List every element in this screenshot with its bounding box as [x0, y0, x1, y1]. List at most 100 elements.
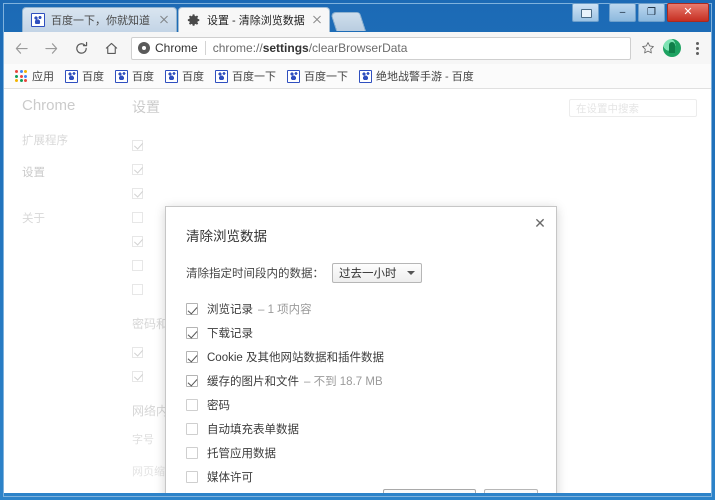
baidu-icon [215, 69, 228, 83]
settings-search-input[interactable]: 在设置中搜索 [569, 99, 697, 117]
window-caption-buttons: – ❐ ✕ [572, 3, 709, 22]
item-label: 缓存的图片和文件 [207, 376, 299, 388]
url-prefix: chrome:// [212, 41, 263, 55]
bookmark-item[interactable]: 绝地战警手游 - 百度 [354, 67, 479, 86]
forward-icon[interactable] [38, 35, 64, 61]
checkbox-icon [132, 211, 143, 223]
close-icon: ✕ [683, 6, 693, 18]
baidu-icon [31, 13, 45, 27]
omnibox-scheme-label: Chrome [155, 41, 198, 55]
row-label [151, 163, 154, 175]
list-item[interactable]: 媒体许可 [186, 465, 556, 489]
background-row [132, 157, 697, 181]
time-range-label: 清除指定时间段内的数据： [186, 268, 324, 280]
item-label: 浏览记录 [207, 304, 253, 316]
item-detail: – 1 项内容 [258, 304, 312, 316]
browser-window: 百度一下，你就知道 设置 - 清除浏览数据 – ❐ ✕ Chrome chrom… [0, 0, 715, 500]
checkbox-cached-files[interactable] [186, 375, 198, 387]
checkbox-icon [132, 163, 143, 175]
bookmark-item[interactable]: 百度 [60, 67, 109, 86]
gear-icon [187, 13, 201, 27]
row-label [151, 187, 154, 199]
checkbox-download-history[interactable] [186, 327, 198, 339]
list-item[interactable]: 密码 [186, 393, 556, 417]
checkbox-icon [132, 370, 143, 382]
item-label: 自动填充表单数据 [207, 424, 299, 436]
minimize-icon: – [619, 6, 626, 18]
bookmark-item[interactable]: 百度 [110, 67, 159, 86]
chevron-down-icon [406, 271, 415, 275]
extension-icon[interactable] [663, 39, 681, 57]
row-label [151, 370, 154, 382]
page-viewport: Chrome 扩展程序 设置 关于 设置 密码和表单 网络内容 字号 网页缩放：… [4, 89, 711, 493]
baidu-icon [115, 69, 128, 83]
item-label: 托管应用数据 [207, 448, 276, 460]
baidu-icon [287, 69, 300, 83]
list-item[interactable]: 缓存的图片和文件 – 不到 18.7 MB [186, 369, 556, 393]
home-icon[interactable] [98, 35, 124, 61]
cancel-button[interactable]: 取消 [484, 489, 538, 493]
url-bold-part: settings [262, 41, 309, 55]
baidu-icon [65, 69, 78, 83]
checkbox-icon [132, 346, 143, 358]
omnibox-url: chrome://settings/clearBrowserData [213, 41, 408, 55]
tab-title: 设置 - 清除浏览数据 [207, 15, 305, 27]
chrome-menu-icon[interactable] [687, 36, 707, 60]
list-item[interactable]: Cookie 及其他网站数据和插件数据 [186, 345, 556, 369]
sidebar-item-about[interactable]: 关于 [22, 210, 122, 226]
bookmark-item[interactable]: 百度 [160, 67, 209, 86]
close-icon[interactable] [158, 14, 170, 26]
font-size-label: 字号 [132, 434, 154, 446]
menu-dot [695, 41, 699, 45]
checkbox-icon [132, 187, 143, 199]
clear-data-button[interactable]: 清除浏览数据 [383, 489, 476, 493]
list-item[interactable]: 自动填充表单数据 [186, 417, 556, 441]
bookmark-label: 百度一下 [232, 71, 276, 83]
back-icon[interactable] [8, 35, 34, 61]
close-window-button[interactable]: ✕ [667, 3, 709, 22]
close-icon[interactable]: ✕ [532, 215, 548, 231]
checkbox-media-licenses[interactable] [186, 471, 198, 483]
checkbox-cookies[interactable] [186, 351, 198, 363]
item-label: 媒体许可 [207, 472, 253, 484]
bookmark-label: 百度 [82, 71, 104, 83]
checkbox-autofill[interactable] [186, 423, 198, 435]
row-label [151, 211, 154, 223]
background-row [132, 133, 697, 157]
chrome-page-icon [138, 42, 150, 54]
bookmark-apps[interactable]: 应用 [10, 67, 59, 86]
reload-icon[interactable] [68, 35, 94, 61]
item-label: Cookie 及其他网站数据和插件数据 [207, 352, 384, 364]
list-item[interactable]: 浏览记录 – 1 项内容 [186, 297, 556, 321]
checkbox-icon [132, 283, 143, 295]
time-range-select[interactable]: 过去一小时 [332, 263, 422, 283]
checkbox-icon [132, 259, 143, 271]
maximize-button[interactable]: ❐ [638, 3, 665, 22]
sidebar-item-settings[interactable]: 设置 [22, 164, 122, 180]
tab-baidu[interactable]: 百度一下，你就知道 [22, 7, 177, 32]
row-label [151, 139, 154, 151]
new-tab-button[interactable] [329, 12, 367, 31]
minimize-button[interactable]: – [609, 3, 636, 22]
apps-grid-icon [15, 70, 28, 82]
clear-browsing-data-dialog: ✕ 清除浏览数据 清除指定时间段内的数据： 过去一小时 浏览记录 – 1 项内容… [165, 206, 557, 493]
close-icon[interactable] [311, 14, 323, 26]
bookmark-item[interactable]: 百度一下 [282, 67, 353, 86]
list-item[interactable]: 下载记录 [186, 321, 556, 345]
bookmark-item[interactable]: 百度一下 [210, 67, 281, 86]
bookmark-star-icon[interactable] [637, 37, 659, 59]
dialog-button-row: 清除浏览数据 取消 [166, 489, 556, 493]
checkbox-browsing-history[interactable] [186, 303, 198, 315]
bookmark-label: 百度一下 [304, 71, 348, 83]
sidebar-item-extensions[interactable]: 扩展程序 [22, 132, 122, 148]
maximize-icon: ❐ [647, 6, 656, 18]
list-item[interactable]: 托管应用数据 [186, 441, 556, 465]
checkbox-passwords[interactable] [186, 399, 198, 411]
url-suffix: /clearBrowserData [308, 41, 408, 55]
restore-down-button[interactable] [572, 3, 599, 22]
baidu-icon [359, 69, 372, 83]
address-bar[interactable]: Chrome chrome://settings/clearBrowserDat… [131, 36, 631, 60]
tab-settings[interactable]: 设置 - 清除浏览数据 [178, 7, 330, 32]
checkbox-hosted-app-data[interactable] [186, 447, 198, 459]
item-label: 下载记录 [207, 328, 253, 340]
